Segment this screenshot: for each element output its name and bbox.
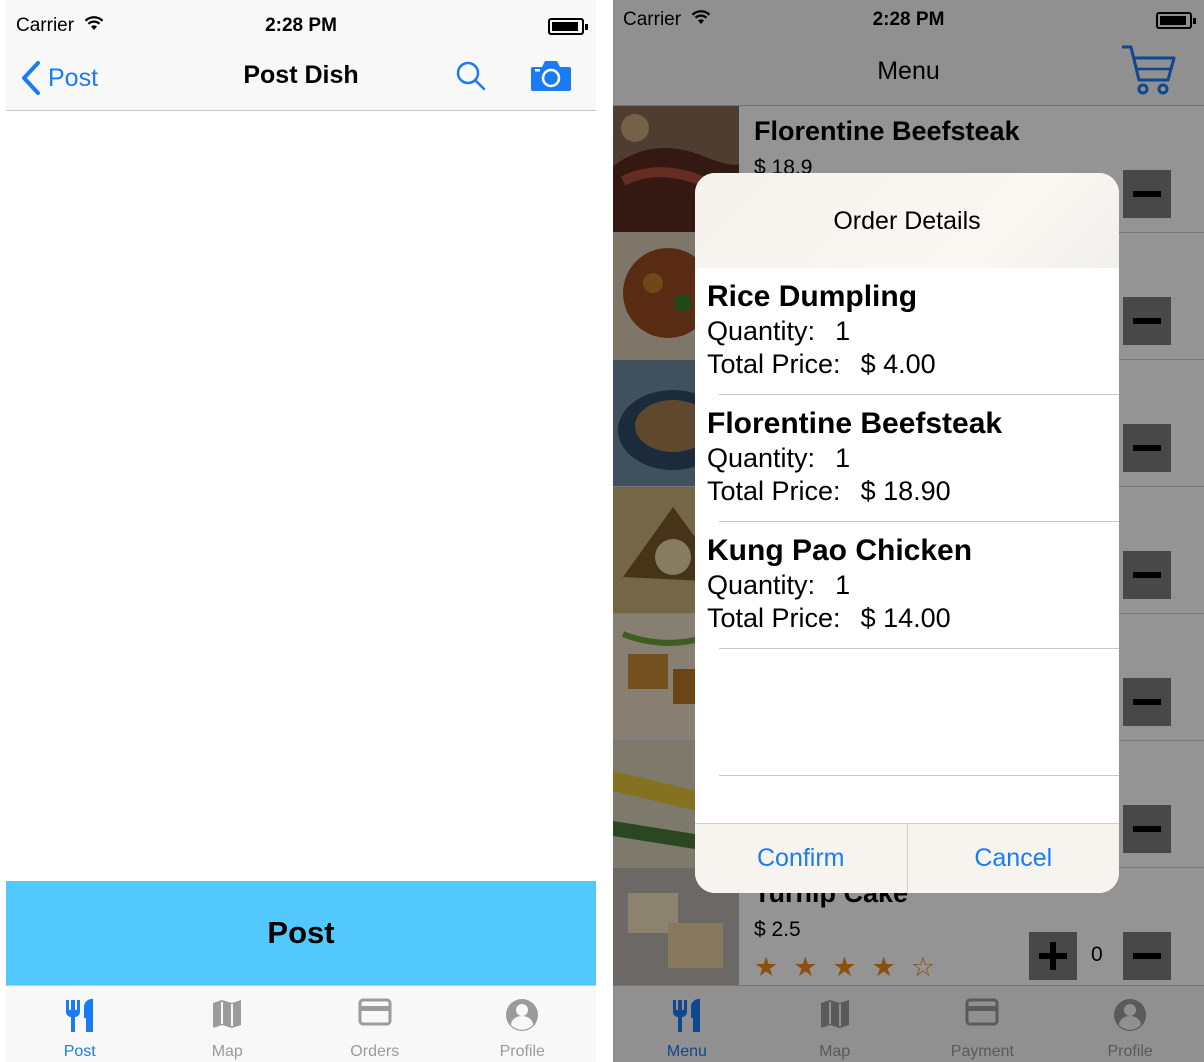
navigation-bar: Carrier 2:28 PM Post Post Dish [6,0,596,111]
battery-icon [548,18,588,35]
quantity-label: Quantity: [707,316,816,346]
order-item-name: Rice Dumpling [707,280,918,313]
order-quantity: Quantity: 1 [707,570,850,601]
clock: 2:28 PM [265,15,337,36]
page-title: Post Dish [243,61,359,89]
quantity-value: 1 [835,570,851,600]
order-total: Total Price: $ 4.00 [707,349,936,380]
search-icon[interactable] [455,60,487,92]
quantity-label: Quantity: [707,570,816,600]
order-quantity: Quantity: 1 [707,443,850,474]
tab-label: Orders [350,1043,400,1060]
tab-orders[interactable]: Orders [301,986,449,1062]
quantity-value: 1 [835,316,851,346]
post-button[interactable]: Post [6,881,596,985]
total-value: $ 4.00 [860,349,936,379]
total-value: $ 18.90 [860,476,951,506]
card-icon [358,998,392,1026]
total-label: Total Price: [707,476,841,506]
cancel-button[interactable]: Cancel [906,824,1120,893]
total-label: Total Price: [707,603,841,633]
dialog-header: Order Details [695,173,1119,268]
tab-post[interactable]: Post [6,986,154,1062]
fork-knife-icon [65,998,93,1032]
empty-row [695,649,1119,776]
camera-icon[interactable] [530,58,572,92]
order-list: Rice Dumpling Quantity: 1 Total Price: $ 4… [695,268,1119,776]
tab-map[interactable]: Map [154,986,302,1062]
map-icon [213,1000,242,1028]
order-quantity: Quantity: 1 [707,316,850,347]
post-dish-screen: Carrier 2:28 PM Post Post Dish Post Post… [6,0,596,1062]
tab-profile[interactable]: Profile [449,986,597,1062]
dialog-title: Order Details [833,207,981,235]
confirm-button[interactable]: Confirm [695,824,907,893]
tab-label: Profile [499,1043,545,1060]
total-value: $ 14.00 [860,603,951,633]
quantity-value: 1 [835,443,851,473]
menu-screen: Carrier 2:28 PM Menu Florentine Beefstea… [613,0,1204,1062]
order-item-name: Kung Pao Chicken [707,534,973,567]
status-bar: Carrier 2:28 PM [6,10,596,42]
order-item: Florentine Beefsteak Quantity: 1 Total Pr… [695,395,1119,522]
order-item: Rice Dumpling Quantity: 1 Total Price: $ 4… [695,268,1119,395]
order-total: Total Price: $ 14.00 [707,603,951,634]
tab-label: Post [63,1043,96,1060]
tab-bar: Post Map Orders Profile [6,985,596,1062]
order-item-name: Florentine Beefsteak [707,407,1003,440]
total-label: Total Price: [707,349,841,379]
dialog-actions: Confirm Cancel [695,823,1119,893]
order-total: Total Price: $ 18.90 [707,476,951,507]
quantity-label: Quantity: [707,443,816,473]
order-details-dialog: Order Details Rice Dumpling Quantity: 1 T… [695,173,1119,893]
person-icon [506,999,539,1031]
tab-label: Map [211,1043,243,1060]
order-item: Kung Pao Chicken Quantity: 1 Total Price:… [695,522,1119,649]
